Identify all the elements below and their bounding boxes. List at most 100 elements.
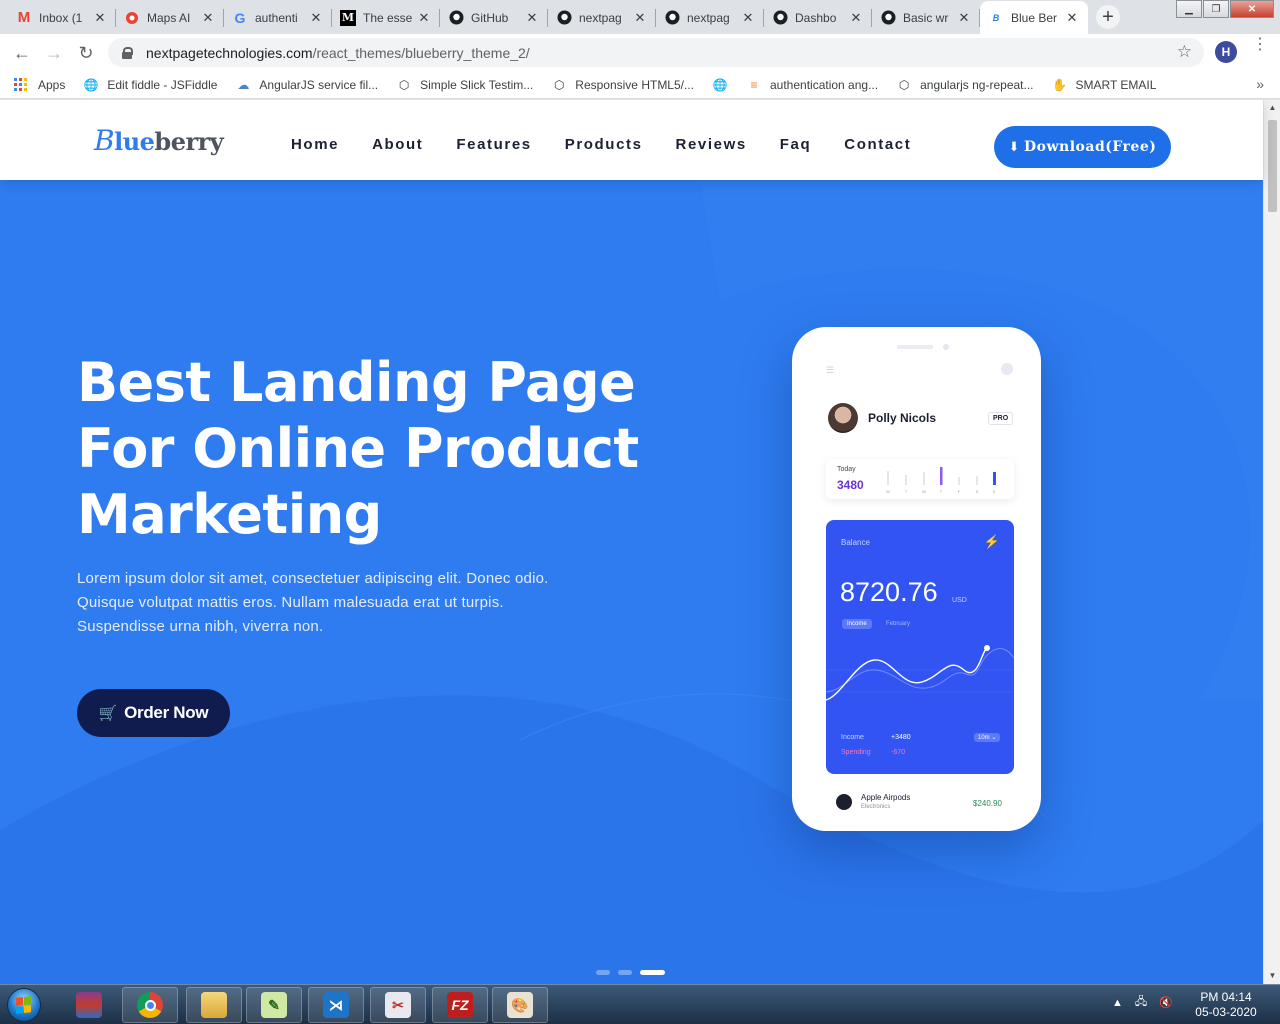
tab-close-icon[interactable]: ✕: [524, 10, 540, 26]
bookmark-globe[interactable]: 🌐: [712, 77, 736, 93]
vscode-icon: ⋊: [323, 992, 349, 1018]
taskbar-snipping-tool[interactable]: ✂: [370, 987, 426, 1023]
tab-maps[interactable]: Maps AI ✕: [116, 1, 224, 34]
forward-icon[interactable]: →: [41, 40, 67, 66]
paint-palette-icon: 🎨: [507, 992, 533, 1018]
bookmark-authentication[interactable]: ≡ authentication ang...: [746, 77, 878, 93]
today-label: Today: [837, 466, 856, 473]
github-icon: [556, 10, 572, 26]
nav-products[interactable]: Products: [565, 136, 643, 153]
tab-close-icon[interactable]: ✕: [416, 10, 432, 26]
tab-title: GitHub: [471, 10, 509, 25]
google-icon: G: [234, 9, 246, 26]
hero-headline: Best Landing Page For Online Product Mar…: [77, 350, 657, 548]
taskbar-clock[interactable]: PM 04:14 05-03-2020: [1186, 990, 1266, 1020]
currency-label: USD: [952, 597, 967, 604]
phone-mockup: ☰ Polly Nicols PRO Today 3480 M T W T F …: [792, 327, 1041, 831]
restore-icon[interactable]: ❐: [1203, 0, 1229, 18]
new-tab-button[interactable]: +: [1096, 5, 1120, 29]
bookmark-apps[interactable]: Apps: [14, 77, 66, 92]
network-icon[interactable]: 🖧: [1135, 993, 1147, 1012]
github-icon: [448, 10, 464, 26]
bookmark-angularjs-service[interactable]: ☁ AngularJS service fil...: [235, 77, 378, 93]
tab-github[interactable]: nextpag ✕: [656, 1, 764, 34]
windows-taskbar: ✎ ⋊ ✂ FZ 🎨 ▲ 🖧 🔇 PM 04:14 05-03-2020: [0, 984, 1280, 1024]
lead-line-2: Quisque volutpat mattis eros. Nullam mal…: [77, 594, 504, 611]
profile-avatar[interactable]: H: [1215, 41, 1237, 63]
order-now-button[interactable]: 🛒 Order Now: [77, 689, 230, 737]
bookmark-label: Apps: [38, 77, 66, 92]
taskbar-winrar[interactable]: [61, 987, 117, 1023]
nav-contact[interactable]: Contact: [844, 136, 911, 153]
weekly-bars: M T W T F S S: [886, 467, 996, 494]
winrar-icon: [76, 992, 102, 1018]
bookmark-ng-repeat[interactable]: ⬡ angularjs ng-repeat...: [896, 77, 1034, 93]
tab-github[interactable]: Basic wr ✕: [872, 1, 980, 34]
tab-close-icon[interactable]: ✕: [956, 10, 972, 26]
tab-gmail[interactable]: M Inbox (1 ✕: [8, 1, 116, 34]
taskbar-chrome[interactable]: [122, 987, 178, 1023]
tab-close-icon[interactable]: ✕: [200, 10, 216, 26]
minimize-icon[interactable]: ▁: [1176, 0, 1202, 18]
bookmark-responsive-html5[interactable]: ⬡ Responsive HTML5/...: [551, 77, 694, 93]
bookmark-smart-email[interactable]: ✋ SMART EMAIL: [1052, 77, 1156, 93]
page-scrollbar[interactable]: ▲ ▼: [1263, 100, 1280, 984]
bookmark-star-icon[interactable]: ☆: [1177, 42, 1192, 62]
taskbar-explorer[interactable]: [186, 987, 242, 1023]
today-card: Today 3480 M T W T F S S: [826, 459, 1014, 499]
pro-badge: PRO: [988, 412, 1014, 425]
carousel-dot[interactable]: [596, 970, 610, 975]
taskbar-paint[interactable]: 🎨: [492, 987, 548, 1023]
tab-close-icon[interactable]: ✕: [308, 10, 324, 26]
tab-close-icon[interactable]: ✕: [740, 10, 756, 26]
start-button[interactable]: [7, 988, 41, 1022]
logo-b: B: [94, 124, 115, 157]
scroll-down-icon[interactable]: ▼: [1264, 968, 1280, 984]
carousel-dot-active[interactable]: [640, 970, 665, 975]
taskbar-filezilla[interactable]: FZ: [432, 987, 488, 1023]
main-nav: Home About Features Products Reviews Faq…: [291, 136, 944, 153]
taskbar-notepadpp[interactable]: ✎: [246, 987, 302, 1023]
browser-toolbar: ← → ↻ nextpagetechnologies.com/react_the…: [0, 34, 1280, 71]
scrollbar-thumb[interactable]: [1268, 120, 1277, 212]
tab-close-icon[interactable]: ✕: [92, 10, 108, 26]
tray-expand-icon[interactable]: ▲: [1112, 997, 1123, 1009]
scroll-up-icon[interactable]: ▲: [1264, 100, 1280, 116]
nav-home[interactable]: Home: [291, 136, 339, 153]
tab-close-icon[interactable]: ✕: [632, 10, 648, 26]
nav-faq[interactable]: Faq: [780, 136, 811, 153]
item-category: Electronics: [861, 804, 891, 810]
tab-github[interactable]: GitHub ✕: [440, 1, 548, 34]
headline-line-3: Marketing: [77, 483, 382, 546]
back-icon[interactable]: ←: [9, 40, 35, 66]
tab-close-icon[interactable]: ✕: [848, 10, 864, 26]
github-icon: [664, 10, 680, 26]
notepad-icon: ✎: [261, 992, 287, 1018]
tab-github[interactable]: Dashbo ✕: [764, 1, 872, 34]
download-label: Download(Free): [1024, 139, 1157, 155]
bookmarks-overflow-icon[interactable]: »: [1256, 76, 1264, 92]
tab-google[interactable]: G authenti ✕: [224, 1, 332, 34]
address-bar[interactable]: nextpagetechnologies.com/react_themes/bl…: [108, 38, 1204, 67]
download-button[interactable]: ⬇ Download(Free): [994, 126, 1171, 168]
nav-features[interactable]: Features: [456, 136, 531, 153]
close-window-icon[interactable]: ✕: [1230, 0, 1274, 18]
bookmark-label: Edit fiddle - JSFiddle: [107, 77, 218, 92]
headline-line-1: Best Landing Page: [77, 351, 636, 414]
tab-blueberry[interactable]: B Blue Ber ✕: [980, 1, 1088, 34]
taskbar-vscode[interactable]: ⋊: [308, 987, 364, 1023]
volume-muted-icon[interactable]: 🔇: [1159, 996, 1173, 1009]
reload-icon[interactable]: ↻: [73, 40, 99, 66]
nav-about[interactable]: About: [372, 136, 423, 153]
bookmark-jsfiddle[interactable]: 🌐 Edit fiddle - JSFiddle: [83, 77, 218, 93]
menu-kebab-icon[interactable]: ⋮: [1252, 37, 1268, 53]
tab-github[interactable]: nextpag ✕: [548, 1, 656, 34]
carousel-dot[interactable]: [618, 970, 632, 975]
window-controls: ▁ ❐ ✕: [1175, 0, 1274, 18]
bookmark-slick-testimonial[interactable]: ⬡ Simple Slick Testim...: [396, 77, 533, 93]
tab-close-icon[interactable]: ✕: [1064, 10, 1080, 26]
nav-reviews[interactable]: Reviews: [676, 136, 747, 153]
income-chip: Income: [842, 619, 872, 629]
tab-medium[interactable]: M The esse ✕: [332, 1, 440, 34]
site-logo[interactable]: Blueberry: [94, 124, 224, 157]
